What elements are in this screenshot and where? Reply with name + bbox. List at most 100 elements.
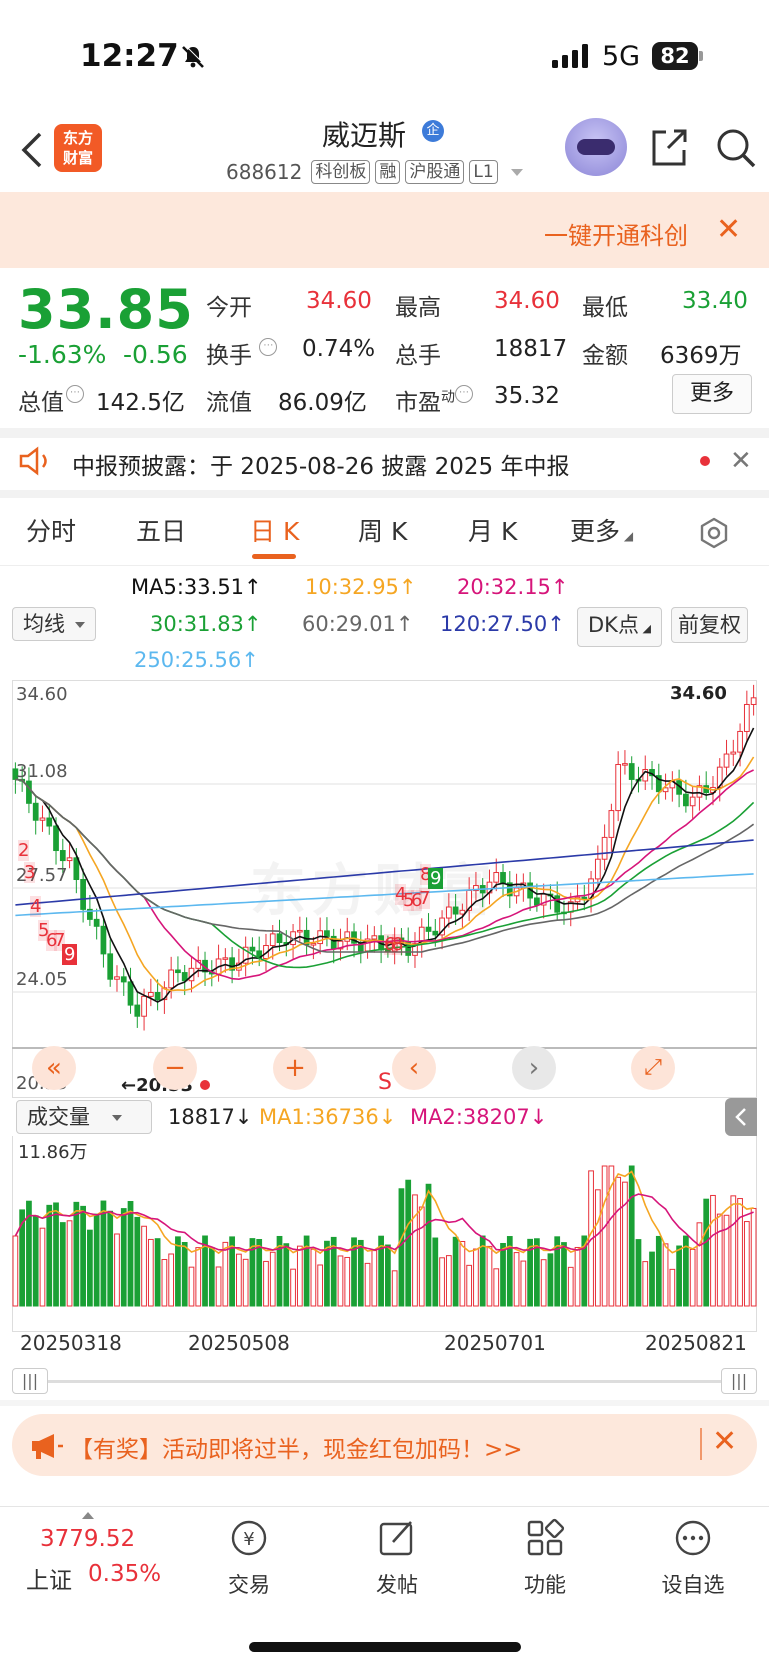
candle — [114, 976, 120, 980]
candle — [601, 836, 608, 860]
collapse-panel-button[interactable] — [725, 1098, 757, 1136]
nav-post[interactable]: 发帖 — [342, 1518, 452, 1599]
battery-nub — [699, 51, 703, 61]
candle — [723, 753, 730, 768]
stock-code-line[interactable]: 688612 科创板 融 沪股通 L1 — [226, 160, 523, 184]
sell-signal-label: S — [378, 1070, 392, 1095]
volume-bar — [161, 1259, 168, 1307]
zoom-out-button[interactable]: − — [153, 1046, 197, 1090]
dk-badge[interactable]: 9 — [62, 944, 78, 965]
volume-bar — [466, 1264, 473, 1307]
banner-close-button[interactable]: ✕ — [716, 212, 741, 247]
price-axis-4: 24.05 — [16, 969, 68, 990]
volume-bar — [445, 1255, 452, 1307]
dk-badge[interactable]: 7 — [419, 888, 431, 909]
float-value: 86.09亿 — [278, 390, 367, 416]
nav-functions[interactable]: 功能 — [490, 1518, 600, 1599]
scroll-handle-left[interactable]: ||| — [12, 1368, 48, 1394]
mktcap-label: 总值 ⋯ — [18, 383, 84, 417]
candle — [445, 906, 452, 919]
volume-bar — [114, 1233, 120, 1307]
dk-badge[interactable]: 9 — [428, 868, 444, 889]
tab-daily-k[interactable]: 日 K — [250, 512, 299, 548]
kline-chart[interactable] — [12, 680, 757, 1098]
apps-grid-icon — [527, 1518, 565, 1556]
candle — [53, 825, 59, 852]
dk-badge[interactable]: 4 — [30, 896, 42, 917]
edit-icon — [379, 1521, 413, 1556]
volume-bar — [547, 1253, 554, 1307]
prev-button[interactable]: ‹ — [392, 1046, 436, 1090]
expand-up-icon[interactable] — [82, 1512, 94, 1519]
promo-text[interactable]: 【有奖】活动即将过半，现金红包加码！>> — [70, 1430, 523, 1464]
chart-scrollbar[interactable]: ||| ||| — [12, 1368, 757, 1394]
ma250-value: 250:25.56↑ — [134, 648, 259, 672]
dk-point-button[interactable]: DK点 ◢ — [577, 607, 662, 647]
next-button[interactable]: › — [512, 1046, 556, 1090]
index-name[interactable]: 上证 — [26, 1561, 72, 1595]
volume-bar — [703, 1198, 710, 1307]
index-value[interactable]: 3779.52 — [40, 1526, 135, 1552]
rewind-button[interactable]: « — [32, 1046, 76, 1090]
more-dots-icon — [675, 1520, 711, 1556]
ma-line — [15, 756, 755, 992]
float-label: 流值 — [206, 390, 252, 416]
robot-visor — [577, 139, 615, 155]
volume-chart[interactable] — [12, 1136, 757, 1332]
tab-five-day[interactable]: 五日 — [136, 512, 186, 548]
more-button[interactable]: 更多 — [672, 374, 752, 414]
info-icon[interactable]: ⋯ — [455, 385, 473, 403]
dk-badge[interactable]: 3 — [24, 862, 36, 883]
volume-bar — [80, 1205, 86, 1307]
volume-bar — [439, 1257, 445, 1307]
bell-muted-icon — [182, 44, 206, 68]
tab-intraday[interactable]: 分时 — [26, 512, 76, 548]
candle — [154, 992, 161, 1001]
index-percent[interactable]: 0.35% — [88, 1561, 161, 1587]
tab-weekly-k[interactable]: 周 K — [358, 512, 407, 548]
zoom-in-button[interactable]: + — [273, 1046, 317, 1090]
stock-name[interactable]: 威迈斯 — [322, 114, 406, 154]
tab-more[interactable]: 更多 ◢ — [570, 512, 633, 548]
back-button[interactable] — [18, 128, 48, 182]
dk-badge[interactable]: 2 — [18, 840, 30, 861]
search-icon[interactable] — [714, 126, 758, 170]
scroll-handle-right[interactable]: ||| — [721, 1368, 757, 1394]
scroll-track[interactable] — [48, 1380, 721, 1383]
volume-bars-group — [12, 1165, 757, 1307]
notice-close-button[interactable]: ✕ — [730, 446, 752, 476]
ma120-value: 120:27.50↑ — [440, 612, 565, 636]
nav-trade[interactable]: ¥ 交易 — [194, 1518, 304, 1599]
notice-text[interactable]: 中报预披露：于 2025-08-26 披露 2025 年中报 — [72, 447, 569, 481]
candle — [689, 796, 696, 807]
volume-selector[interactable]: 成交量 — [16, 1100, 152, 1134]
info-icon[interactable]: ⋯ — [66, 385, 84, 403]
share-icon[interactable] — [648, 126, 690, 168]
low-label: 最低 — [582, 295, 628, 321]
volume-bar — [642, 1261, 649, 1307]
promo-close-button[interactable]: ✕ — [712, 1424, 737, 1459]
network-type: 5G — [602, 41, 641, 72]
turnover-value: 0.74% — [302, 336, 376, 362]
tag-star-market: 科创板 — [311, 160, 371, 184]
candle — [222, 957, 229, 960]
volume-bar — [344, 1256, 351, 1307]
dk-badge[interactable]: 8 — [392, 934, 404, 955]
stock-code: 688612 — [226, 160, 303, 184]
info-icon[interactable]: ⋯ — [259, 338, 278, 356]
banner-text[interactable]: 一键开通科创 — [544, 216, 688, 251]
volume-bar — [622, 1181, 628, 1307]
candle — [59, 850, 66, 862]
expand-button[interactable]: ⤢ — [631, 1046, 675, 1090]
volume-bar — [561, 1242, 567, 1307]
volume-bar — [73, 1201, 80, 1307]
indicator-selector[interactable]: 均线 — [12, 607, 96, 641]
adjust-button[interactable]: 前复权 — [671, 607, 748, 643]
gear-icon[interactable] — [697, 516, 731, 550]
app-logo[interactable]: 东方 财富 — [54, 124, 102, 172]
candle — [66, 857, 73, 862]
volume-bar — [120, 1208, 127, 1307]
nav-add-watchlist[interactable]: 设自选 — [638, 1518, 748, 1599]
volume-bar — [594, 1189, 601, 1307]
tab-monthly-k[interactable]: 月 K — [468, 512, 517, 548]
